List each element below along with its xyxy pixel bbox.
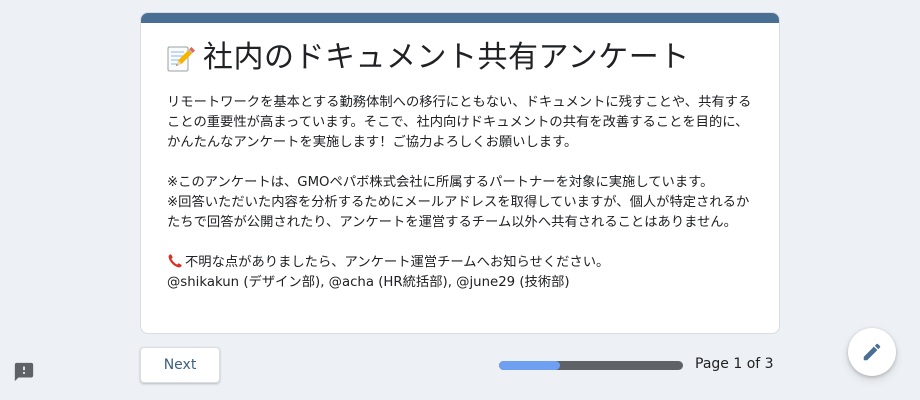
form-description: リモートワークを基本とする勤務体制への移行にともない、ドキュメントに残すことや、… [167, 93, 757, 293]
memo-pencil-icon [165, 43, 195, 73]
form-title-row: 社内のドキュメント共有アンケート [165, 39, 690, 77]
description-contact-members: @shikakun (デザイン部), @acha (HR統括部), @june2… [167, 275, 570, 290]
page-indicator: Page 1 of 3 [695, 356, 774, 372]
edit-button[interactable] [848, 328, 896, 376]
progress-bar [499, 361, 683, 370]
form-title: 社内のドキュメント共有アンケート [203, 40, 690, 75]
telephone-receiver-icon [167, 253, 183, 269]
next-button[interactable]: Next [140, 347, 220, 383]
description-target-note: ※このアンケートは、GMOペパボ株式会社に所属するパートナーを対象に実施していま… [167, 175, 714, 190]
report-feedback-icon[interactable] [13, 361, 35, 383]
description-paragraph-intro: リモートワークを基本とする勤務体制への移行にともない、ドキュメントに残すことや、… [167, 95, 752, 150]
pencil-edit-icon [861, 341, 883, 363]
card-accent-bar [141, 13, 779, 23]
description-privacy-note: ※回答いただいた内容を分析するためにメールアドレスを取得していますが、個人が特定… [167, 195, 750, 230]
description-contact-line: 不明な点がありましたら、アンケート運営チームへお知らせください。 [167, 253, 757, 273]
form-header-card: 社内のドキュメント共有アンケート リモートワークを基本とする勤務体制への移行にと… [140, 12, 780, 334]
contact-text: 不明な点がありましたら、アンケート運営チームへお知らせください。 [185, 255, 610, 270]
progress-bar-fill [499, 361, 560, 370]
